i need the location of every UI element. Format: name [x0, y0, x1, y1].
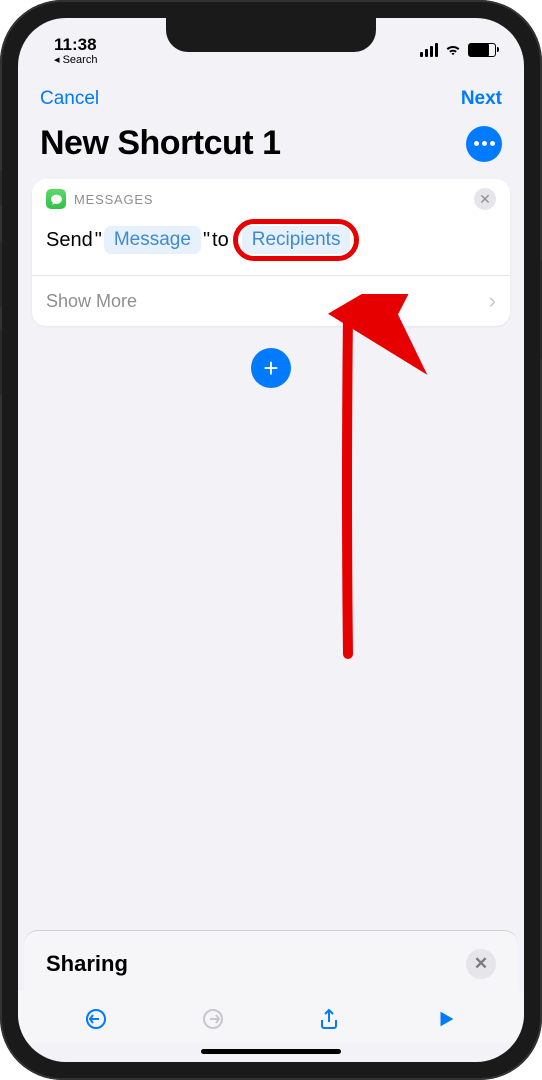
screen: 11:38 ◂ Search Cancel Next New Shortcut … [18, 18, 524, 1062]
chevron-right-icon: › [489, 288, 496, 314]
remove-action-button[interactable]: ✕ [474, 188, 496, 210]
action-card: MESSAGES ✕ Send " Message " to Recipient… [32, 179, 510, 326]
annotation-arrow [298, 294, 438, 674]
text-send: Send [46, 229, 93, 252]
show-more-button[interactable]: Show More › [32, 275, 510, 326]
annotation-highlight: Recipients [233, 219, 360, 261]
text-to: to [212, 229, 229, 252]
page-title: New Shortcut 1 [40, 124, 280, 163]
status-time: 11:38 [54, 35, 97, 55]
notch [166, 18, 376, 52]
volume-down [0, 328, 2, 396]
undo-button[interactable] [82, 1005, 110, 1033]
nav-bar: Cancel Next [18, 74, 524, 116]
message-token[interactable]: Message [104, 226, 201, 254]
messages-app-icon [46, 189, 66, 209]
mute-switch [0, 170, 2, 206]
more-button[interactable] [466, 126, 502, 162]
volume-up [0, 240, 2, 308]
recipients-token[interactable]: Recipients [242, 226, 351, 254]
content-area: MESSAGES ✕ Send " Message " to Recipient… [18, 179, 524, 930]
sharing-close-button[interactable]: ✕ [466, 949, 496, 979]
phone-frame: 11:38 ◂ Search Cancel Next New Shortcut … [0, 0, 542, 1080]
home-indicator[interactable] [201, 1049, 341, 1054]
wifi-icon [444, 43, 462, 57]
sharing-panel[interactable]: Sharing ✕ [24, 930, 518, 991]
bottom-toolbar [18, 991, 524, 1043]
title-row: New Shortcut 1 [18, 116, 524, 179]
run-button[interactable] [432, 1005, 460, 1033]
app-label: MESSAGES [74, 192, 153, 207]
action-body: Send " Message " to Recipients [32, 209, 510, 275]
quote-open: " [95, 229, 102, 252]
next-button[interactable]: Next [461, 88, 502, 110]
add-action-button[interactable]: + [251, 348, 291, 388]
battery-icon [468, 43, 496, 57]
share-button[interactable] [315, 1005, 343, 1033]
cell-signal-icon [420, 43, 438, 57]
quote-close: " [203, 229, 210, 252]
redo-button [199, 1005, 227, 1033]
show-more-label: Show More [46, 291, 137, 312]
sharing-title: Sharing [46, 951, 128, 977]
status-back-to-search[interactable]: ◂ Search [54, 53, 97, 66]
cancel-button[interactable]: Cancel [40, 88, 99, 110]
